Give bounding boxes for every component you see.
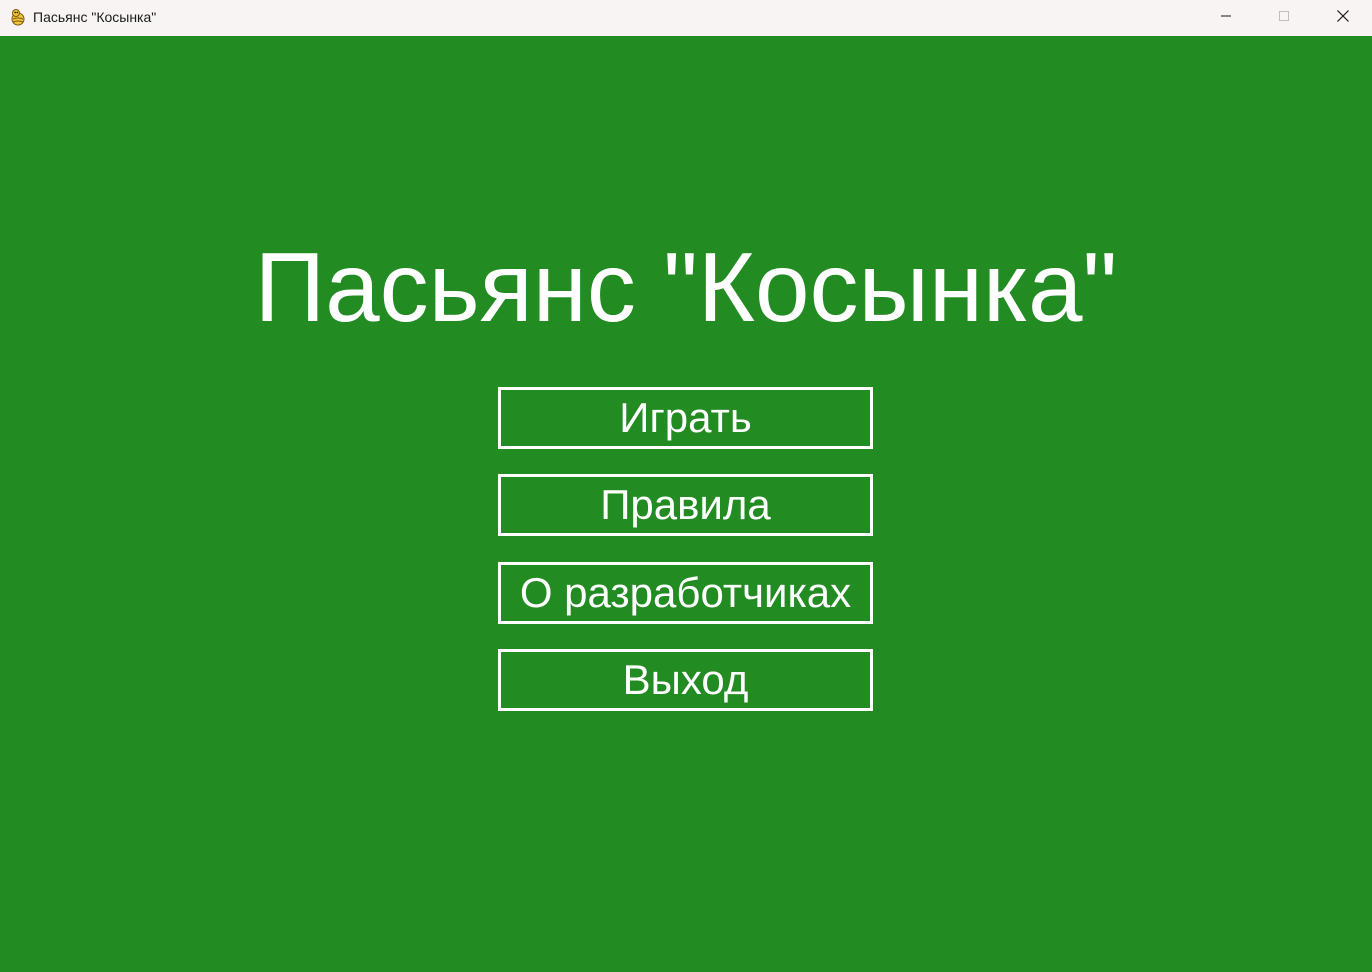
minimize-button[interactable] <box>1197 0 1255 36</box>
play-button[interactable]: Играть <box>498 387 873 449</box>
app-window: Пасьянс "Косынка" Пасьянс "Косынка" Игра… <box>0 0 1372 972</box>
maximize-button[interactable] <box>1255 0 1313 36</box>
rules-button[interactable]: Правила <box>498 474 873 536</box>
close-icon <box>1336 9 1350 28</box>
pygame-snake-icon <box>9 8 27 26</box>
game-title: Пасьянс "Косынка" <box>254 232 1118 342</box>
game-canvas: Пасьянс "Косынка" Играть Правила О разра… <box>0 36 1372 972</box>
exit-button[interactable]: Выход <box>498 649 873 711</box>
maximize-icon <box>1278 9 1290 27</box>
developers-button[interactable]: О разработчиках <box>498 562 873 624</box>
title-bar[interactable]: Пасьянс "Косынка" <box>0 0 1372 36</box>
minimize-icon <box>1220 9 1232 27</box>
close-button[interactable] <box>1314 0 1372 36</box>
window-title: Пасьянс "Косынка" <box>33 9 157 25</box>
